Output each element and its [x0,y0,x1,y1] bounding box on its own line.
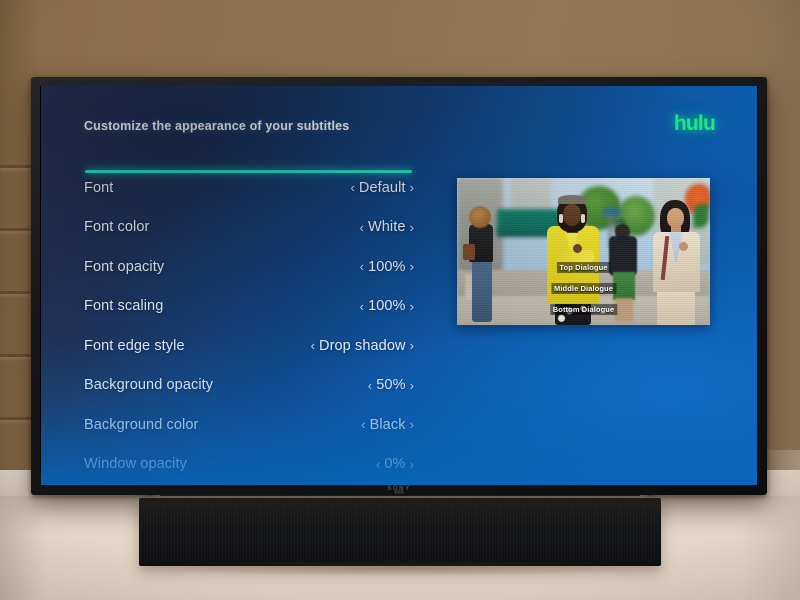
setting-label: Font scaling [84,298,164,315]
setting-value-stepper[interactable]: ‹ 100% › [360,259,414,275]
soundbar [139,498,661,566]
chevron-right-icon[interactable]: › [410,300,414,313]
setting-label: Font opacity [84,258,165,275]
chevron-left-icon[interactable]: ‹ [360,300,364,313]
chevron-left-icon[interactable]: ‹ [376,458,380,471]
setting-value: Black [369,416,406,433]
setting-row-font-opacity[interactable]: Font opacity ‹ 100% › [84,247,414,287]
settings-list: Font ‹ Default › Font color ‹ White › Fo… [84,168,414,484]
preview-person-hand [573,244,582,253]
setting-label: Font edge style [84,337,185,354]
tv-screen: Customize the appearance of your subtitl… [41,86,757,485]
setting-value-stepper[interactable]: ‹ Black › [361,417,414,433]
setting-label: Font color [84,219,150,236]
preview-person-earring [581,214,585,223]
chevron-left-icon[interactable]: ‹ [360,260,364,273]
chevron-left-icon[interactable]: ‹ [350,181,354,194]
chevron-right-icon[interactable]: › [410,458,414,471]
soundbar-grille [141,500,659,564]
subtitle-preview-panel: Top Dialogue Middle Dialogue Bottom Dial… [457,178,710,325]
preview-person-headband [558,195,586,204]
preview-street-sign [603,208,621,216]
setting-row-font[interactable]: Font ‹ Default › [84,168,414,208]
preview-person-hand [679,242,688,251]
setting-row-font-color[interactable]: Font color ‹ White › [84,208,414,248]
setting-value-stepper[interactable]: ‹ Drop shadow › [311,338,414,354]
setting-row-window-opacity[interactable]: Window opacity ‹ 0% › [84,445,414,485]
setting-label: Window opacity [84,456,187,473]
preview-subtitle-middle: Middle Dialogue [550,283,617,294]
setting-value-stepper[interactable]: ‹ Default › [350,180,414,196]
setting-value: 0% [384,456,406,473]
setting-row-font-scaling[interactable]: Font scaling ‹ 100% › [84,287,414,327]
chevron-left-icon[interactable]: ‹ [311,339,315,352]
tv-ir-sensor [394,490,404,494]
setting-row-background-opacity[interactable]: Background opacity ‹ 50% › [84,366,414,406]
preview-person-handbag [463,244,475,260]
preview-person-legs [615,298,633,322]
preview-person-pants [657,288,695,325]
preview-subtitle-bottom: Bottom Dialogue [549,304,618,315]
preview-person-head [469,206,491,228]
setting-value: White [367,219,406,236]
setting-value-stepper[interactable]: ‹ 50% › [368,377,414,393]
setting-value: 100% [368,298,406,315]
chevron-right-icon[interactable]: › [410,339,414,352]
setting-label: Font [84,179,114,196]
page-title: Customize the appearance of your subtitl… [84,119,350,133]
setting-value: Drop shadow [319,337,406,354]
setting-row-background-color[interactable]: Background color ‹ Black › [84,405,414,445]
setting-label: Background opacity [84,377,214,394]
setting-label: Background color [84,416,199,433]
preview-person-face [563,204,581,226]
chevron-right-icon[interactable]: › [410,418,414,431]
preview-person-legs [472,260,492,322]
setting-value: 100% [368,258,406,275]
chevron-left-icon[interactable]: ‹ [361,418,365,431]
setting-value: 50% [376,377,406,394]
chevron-left-icon[interactable]: ‹ [360,221,364,234]
chevron-right-icon[interactable]: › [410,260,414,273]
room-photo: SONY Customize the appearance of your su… [0,0,800,600]
hulu-logo: hulu [673,112,716,135]
setting-value-stepper[interactable]: ‹ 100% › [360,298,414,314]
setting-row-font-edge-style[interactable]: Font edge style ‹ Drop shadow › [84,326,414,366]
setting-value-stepper[interactable]: ‹ 0% › [376,456,414,472]
chevron-right-icon[interactable]: › [410,379,414,392]
preview-flower-leaf [693,204,709,228]
setting-value-stepper[interactable]: ‹ White › [360,219,414,235]
hulu-subtitle-settings-screen: Customize the appearance of your subtitl… [41,86,757,485]
preview-person-torso [609,236,637,276]
chevron-right-icon[interactable]: › [410,181,414,194]
chevron-left-icon[interactable]: ‹ [368,379,372,392]
preview-person-earring [559,214,563,223]
chevron-right-icon[interactable]: › [410,221,414,234]
preview-person-face [667,208,684,228]
preview-person-skirt [613,272,635,300]
soundbar-shadow [130,560,670,576]
setting-value: Default [358,179,406,196]
preview-subtitle-top: Top Dialogue [556,262,611,273]
